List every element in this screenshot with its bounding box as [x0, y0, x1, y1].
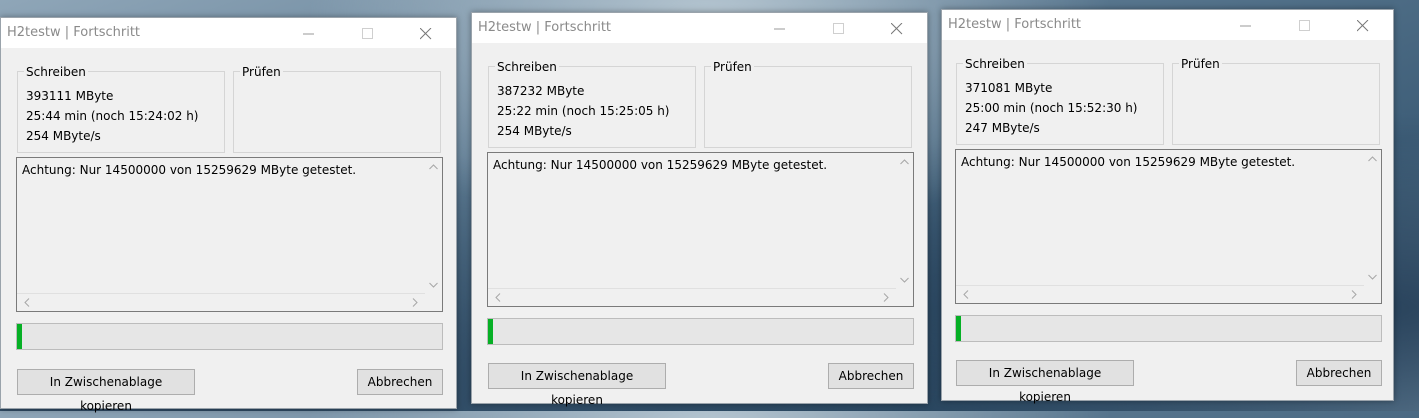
close-icon: [1357, 20, 1369, 32]
minimize-icon: [1240, 25, 1251, 27]
progress-window-1: H2testw | Fortschritt Schreiben 393111 M…: [0, 17, 457, 413]
write-group: Schreiben 371081 MByte 25:00 min (noch 1…: [956, 57, 1164, 145]
maximize-button: [345, 18, 391, 48]
close-icon: [420, 28, 432, 40]
maximize-icon: [833, 23, 844, 34]
close-button[interactable]: [1340, 10, 1386, 40]
write-group-label: Schreiben: [495, 60, 559, 74]
title-bar[interactable]: H2testw | Fortschritt: [942, 10, 1393, 40]
progress-bar: [487, 318, 914, 345]
progress-window-3: H2testw | Fortschritt Schreiben 371081 M…: [941, 9, 1394, 404]
copy-to-clipboard-button[interactable]: In Zwischenablage kopieren: [488, 363, 666, 407]
progress-fill: [956, 316, 961, 341]
minimize-icon: [774, 28, 785, 30]
minimize-button[interactable]: [286, 18, 332, 48]
write-group: Schreiben 393111 MByte 25:44 min (noch 1…: [17, 65, 225, 153]
cancel-button[interactable]: Abbrechen: [357, 369, 443, 395]
elapsed-time: 25:44 min (noch 15:24:02 h): [26, 109, 199, 123]
minimize-button[interactable]: [757, 13, 803, 43]
verify-group-label: Prüfen: [1179, 57, 1222, 71]
verify-group-label: Prüfen: [711, 60, 754, 74]
cancel-button[interactable]: Abbrechen: [828, 363, 914, 389]
log-text: Achtung: Nur 14500000 von 15259629 MByte…: [493, 158, 828, 172]
vertical-scrollbar[interactable]: [425, 158, 442, 294]
progress-bar: [955, 315, 1382, 342]
minimize-button[interactable]: [1223, 10, 1269, 40]
verify-group: Prüfen: [233, 65, 441, 153]
elapsed-time: 25:22 min (noch 15:25:05 h): [497, 104, 670, 118]
log-text: Achtung: Nur 14500000 von 15259629 MByte…: [22, 163, 357, 177]
cancel-button[interactable]: Abbrechen: [1296, 360, 1382, 386]
log-text: Achtung: Nur 14500000 von 15259629 MByte…: [961, 155, 1296, 169]
progress-fill: [17, 324, 22, 349]
horizontal-scrollbar[interactable]: [956, 285, 1364, 303]
scroll-right-icon[interactable]: [883, 293, 889, 302]
scroll-up-icon[interactable]: [429, 164, 438, 170]
write-group: Schreiben 387232 MByte 25:22 min (noch 1…: [488, 60, 696, 148]
scroll-up-icon[interactable]: [900, 159, 909, 165]
log-textbox[interactable]: Achtung: Nur 14500000 von 15259629 MByte…: [955, 149, 1382, 304]
window-title: H2testw | Fortschritt: [948, 17, 1082, 32]
title-bar[interactable]: H2testw | Fortschritt: [472, 13, 927, 43]
maximize-button: [816, 13, 862, 43]
write-group-label: Schreiben: [24, 65, 88, 79]
progress-bar: [16, 323, 443, 350]
minimize-icon: [303, 33, 314, 35]
written-amount: 393111 MByte: [26, 89, 114, 103]
verify-group: Prüfen: [1172, 57, 1380, 145]
progress-fill: [488, 319, 493, 344]
scroll-up-icon[interactable]: [1368, 156, 1377, 162]
window-title: H2testw | Fortschritt: [7, 25, 141, 40]
scroll-down-icon[interactable]: [1368, 274, 1377, 280]
verify-group: Prüfen: [704, 60, 912, 148]
write-speed: 254 MByte/s: [497, 124, 572, 138]
title-bar[interactable]: H2testw | Fortschritt: [1, 18, 456, 48]
scroll-down-icon[interactable]: [429, 282, 438, 288]
elapsed-time: 25:00 min (noch 15:52:30 h): [965, 101, 1138, 115]
scroll-down-icon[interactable]: [900, 277, 909, 283]
scroll-left-icon[interactable]: [963, 290, 969, 299]
window-title: H2testw | Fortschritt: [478, 20, 612, 35]
write-speed: 254 MByte/s: [26, 129, 101, 143]
copy-to-clipboard-button[interactable]: In Zwischenablage kopieren: [17, 369, 195, 413]
vertical-scrollbar[interactable]: [896, 153, 913, 289]
log-textbox[interactable]: Achtung: Nur 14500000 von 15259629 MByte…: [487, 152, 914, 307]
maximize-icon: [362, 28, 373, 39]
written-amount: 387232 MByte: [497, 84, 585, 98]
copy-to-clipboard-button[interactable]: In Zwischenablage kopieren: [956, 360, 1134, 404]
maximize-icon: [1299, 20, 1310, 31]
write-speed: 247 MByte/s: [965, 121, 1040, 135]
scroll-left-icon[interactable]: [24, 298, 30, 307]
scroll-left-icon[interactable]: [495, 293, 501, 302]
write-group-label: Schreiben: [963, 57, 1027, 71]
close-button[interactable]: [874, 13, 920, 43]
scroll-right-icon[interactable]: [412, 298, 418, 307]
scroll-right-icon[interactable]: [1351, 290, 1357, 299]
horizontal-scrollbar[interactable]: [17, 293, 425, 311]
close-button[interactable]: [403, 18, 449, 48]
vertical-scrollbar[interactable]: [1364, 150, 1381, 286]
verify-group-label: Prüfen: [240, 65, 283, 79]
log-textbox[interactable]: Achtung: Nur 14500000 von 15259629 MByte…: [16, 157, 443, 312]
maximize-button: [1282, 10, 1328, 40]
written-amount: 371081 MByte: [965, 81, 1053, 95]
progress-window-2: H2testw | Fortschritt Schreiben 387232 M…: [471, 12, 928, 407]
horizontal-scrollbar[interactable]: [488, 288, 896, 306]
close-icon: [891, 23, 903, 35]
